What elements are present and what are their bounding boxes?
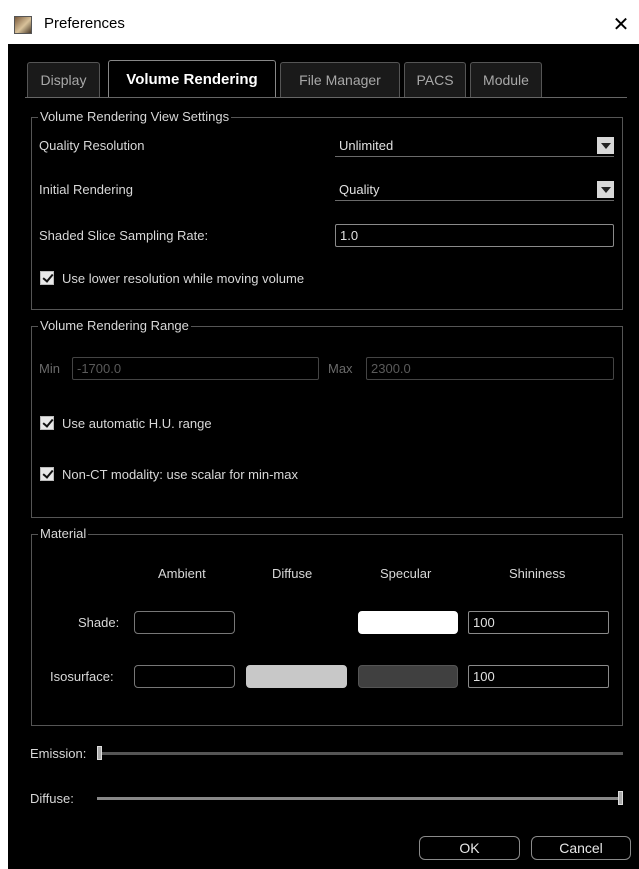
max-label: Max [328,361,353,376]
non-ct-checkbox[interactable] [40,467,54,481]
shade-shininess-input[interactable]: 100 [468,611,609,634]
tab-panel-border [25,97,627,98]
iso-diffuse-color[interactable] [246,665,347,688]
initial-rendering-label: Initial Rendering [39,182,133,197]
emission-label: Emission: [30,746,87,761]
sampling-rate-label: Shaded Slice Sampling Rate: [39,228,209,243]
emission-slider-handle[interactable] [97,746,102,760]
initial-rendering-value: Quality [339,182,380,197]
tab-pacs[interactable]: PACS [404,62,466,97]
iso-specular-color[interactable] [358,665,458,688]
ok-button[interactable]: OK [419,836,520,860]
chevron-down-icon[interactable] [597,137,614,154]
app-icon [14,16,32,34]
col-shininess: Shininess [509,566,566,581]
lower-resolution-checkbox[interactable] [40,271,54,285]
auto-hu-checkbox[interactable] [40,416,54,430]
range-title: Volume Rendering Range [38,318,191,333]
tab-volume-rendering[interactable]: Volume Rendering [108,60,276,98]
col-diffuse: Diffuse [272,566,313,581]
diffuse-label: Diffuse: [30,791,74,806]
title-bar: Preferences ✕ [8,6,639,44]
diffuse-slider-handle[interactable] [618,791,623,805]
tab-file-manager[interactable]: File Manager [280,62,400,97]
tab-module[interactable]: Module [470,62,542,97]
cancel-button[interactable]: Cancel [531,836,631,860]
diffuse-slider-track[interactable] [97,797,623,800]
non-ct-label: Non-CT modality: use scalar for min-max [62,467,298,482]
shade-specular-color[interactable] [358,611,458,634]
close-icon[interactable]: ✕ [607,12,635,38]
tab-display[interactable]: Display [27,62,100,97]
isosurface-label: Isosurface: [50,669,114,684]
initial-rendering-select[interactable]: Quality [335,180,614,201]
material-title: Material [38,526,89,541]
col-ambient: Ambient [158,566,206,581]
sampling-rate-input[interactable]: 1.0 [335,224,614,247]
shade-ambient-color[interactable] [134,611,235,634]
min-label: Min [39,361,60,376]
view-settings-title: Volume Rendering View Settings [38,109,232,124]
min-input[interactable]: -1700.0 [72,357,319,380]
quality-resolution-select[interactable]: Unlimited [335,136,614,157]
iso-ambient-color[interactable] [134,665,235,688]
window-title: Preferences [44,15,125,32]
auto-hu-label: Use automatic H.U. range [62,416,212,431]
quality-resolution-label: Quality Resolution [39,138,145,153]
emission-slider-track[interactable] [97,752,623,755]
iso-shininess-input[interactable]: 100 [468,665,609,688]
col-specular: Specular [380,566,432,581]
lower-resolution-label: Use lower resolution while moving volume [62,271,305,286]
chevron-down-icon[interactable] [597,181,614,198]
quality-resolution-value: Unlimited [339,138,394,153]
shade-label: Shade: [78,615,120,630]
max-input[interactable]: 2300.0 [366,357,614,380]
